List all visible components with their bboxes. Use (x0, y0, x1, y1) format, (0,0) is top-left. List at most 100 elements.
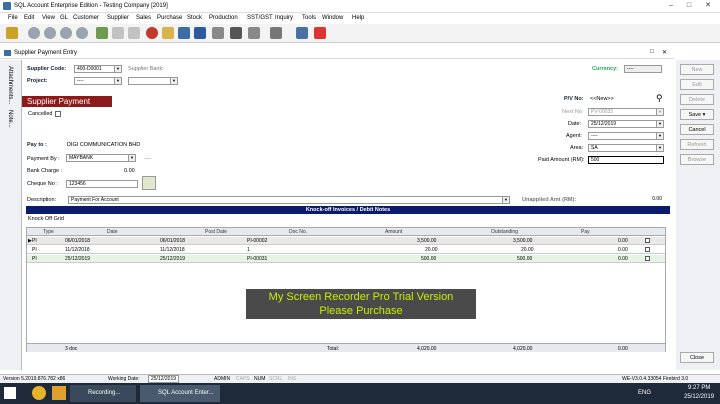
edit-button[interactable]: Edit (680, 79, 714, 90)
print-icon[interactable] (270, 27, 282, 39)
menu-edit[interactable]: Edit (24, 15, 34, 21)
save-button[interactable]: Save ▾ (680, 109, 714, 120)
dropdown-arrow-icon: ▼ (114, 66, 121, 72)
windows-start-icon[interactable] (4, 387, 16, 399)
delete-icon[interactable] (128, 27, 140, 39)
browse-button[interactable]: Browse (680, 154, 714, 165)
payment-by-label: Payment By : (27, 156, 60, 162)
cheque-no-field[interactable]: 123456 (66, 180, 138, 188)
next-record-icon[interactable] (60, 27, 72, 39)
save-icon[interactable] (194, 27, 206, 39)
col-doc-no[interactable]: Doc No. (289, 229, 307, 235)
tab-attachments[interactable]: Attachments... (7, 66, 13, 104)
grid-header: Type Date Post Date Doc No. Amount Outst… (27, 228, 665, 236)
language-indicator[interactable]: ENG (638, 390, 651, 396)
refresh-button[interactable]: Refresh (680, 139, 714, 150)
paid-amount-field[interactable]: 500 (588, 156, 664, 164)
first-record-icon[interactable] (28, 27, 40, 39)
cancel-button[interactable]: Cancel (680, 124, 714, 135)
menu-sales[interactable]: Sales (136, 15, 151, 21)
calculator-icon[interactable] (142, 176, 156, 190)
menu-production[interactable]: Production (209, 15, 238, 21)
supplier-code-field[interactable]: 400-D0001 ▼ (74, 65, 122, 73)
date-field[interactable]: 25/12/2019 ▼ (588, 120, 664, 128)
working-date-field[interactable]: 25/12/2019 (148, 375, 180, 383)
menu-sst-gst[interactable]: SST/GST (247, 15, 273, 21)
col-type[interactable]: Type (43, 229, 54, 235)
col-amount[interactable]: Amount (385, 229, 402, 235)
find-icon[interactable] (212, 27, 224, 39)
project-field[interactable]: ---- ▼ (74, 77, 122, 85)
tab-note[interactable]: Note... (7, 110, 13, 128)
menu-view[interactable]: View (42, 15, 55, 21)
task-recording[interactable]: Recording... (70, 385, 136, 402)
status-bar: Version 5.2019.876.782 x86 Working Date:… (0, 374, 720, 383)
table-row[interactable]: ▶ PI 06/01/2018 06/01/2018 PI-00002 3,50… (27, 237, 665, 245)
window-title: SQL Account Enterprise Edition - Testing… (14, 3, 168, 9)
cancel-icon[interactable] (146, 27, 158, 39)
search-icon[interactable] (230, 27, 242, 39)
new-button[interactable]: New (680, 64, 714, 75)
bank-charge-value[interactable]: 0.00 (124, 168, 135, 174)
table-row[interactable]: PI 25/12/2019 25/12/2019 PI-00031 500.00… (27, 255, 665, 263)
child-window-title: Supplier Payment Entry (14, 50, 78, 56)
close-window-button[interactable]: ✕ (701, 1, 715, 11)
previous-record-icon[interactable] (44, 27, 56, 39)
col-post-date[interactable]: Post Date (205, 229, 227, 235)
col-date[interactable]: Date (107, 229, 118, 235)
agent-field[interactable]: ---- ▼ (588, 132, 664, 140)
menu-customer[interactable]: Customer (73, 15, 99, 21)
file-explorer-icon[interactable] (52, 386, 66, 400)
menu-stock[interactable]: Stock (187, 15, 202, 21)
menu-supplier[interactable]: Supplier (107, 15, 129, 21)
print-preview-icon[interactable] (248, 27, 260, 39)
total-pay: 0.00 (618, 346, 628, 352)
date-label: Date: (568, 121, 582, 127)
post-icon[interactable] (162, 27, 174, 39)
description-label: Description: (27, 197, 57, 203)
menu-window[interactable]: Window (322, 15, 343, 21)
area-label: Area: (570, 145, 584, 151)
next-no-field[interactable]: PV-00033 ▼ (588, 108, 664, 116)
child-maximize-button[interactable]: □ (650, 49, 654, 55)
clock-date[interactable]: 25/12/2019 (684, 394, 714, 400)
area-field[interactable]: SA ▼ (588, 144, 664, 152)
email-icon[interactable] (296, 27, 308, 39)
table-row[interactable]: PI 11/12/2018 11/12/2018 1 20.00 20.00 0… (27, 246, 665, 254)
close-button[interactable]: Close (680, 352, 714, 363)
col-outstanding[interactable]: Outstanding (491, 229, 518, 235)
refresh-icon[interactable] (178, 27, 190, 39)
add-icon[interactable] (96, 27, 108, 39)
edit-icon[interactable] (112, 27, 124, 39)
menu-gl[interactable]: GL (60, 15, 68, 21)
minimize-button[interactable]: – (664, 1, 678, 11)
search-icon[interactable]: ⚲ (656, 93, 663, 104)
last-record-icon[interactable] (76, 27, 88, 39)
video-icon[interactable] (314, 27, 326, 39)
menu-file[interactable]: File (8, 15, 18, 21)
task-sql-account[interactable]: SQL Account Enter... (140, 385, 220, 402)
col-pay[interactable]: Pay (581, 229, 590, 235)
open-folder-icon[interactable] (6, 27, 18, 39)
pv-no-label: P/V No: (564, 96, 584, 102)
pay-checkbox[interactable] (645, 247, 650, 252)
child-close-button[interactable]: ✕ (662, 49, 667, 56)
chrome-icon[interactable] (32, 386, 46, 400)
supplier-bank-field[interactable]: ▼ (128, 77, 178, 85)
clock-time[interactable]: 9:27 PM (688, 385, 710, 391)
caps-indicator: CAPS (236, 376, 250, 382)
unapplied-amt-label: Unapplied Amt (RM): (522, 197, 577, 203)
menu-inquiry[interactable]: Inquiry (275, 15, 293, 21)
description-field[interactable]: Payment For Account ▼ (68, 196, 510, 204)
menu-help[interactable]: Help (352, 15, 364, 21)
menu-purchase[interactable]: Purchase (157, 15, 182, 21)
cancelled-checkbox[interactable] (55, 111, 61, 117)
maximize-button[interactable]: □ (682, 1, 696, 11)
payment-by-field[interactable]: MAYBANK ▼ (66, 154, 136, 162)
payment-form: Supplier Code: 400-D0001 ▼ Supplier Bank:… (22, 60, 672, 370)
delete-button[interactable]: Delete (680, 94, 714, 105)
pay-checkbox[interactable] (645, 256, 650, 261)
pay-to-value: DIGI COMMUNICATION BHD (67, 142, 141, 148)
pay-checkbox[interactable] (645, 238, 650, 243)
menu-tools[interactable]: Tools (302, 15, 316, 21)
